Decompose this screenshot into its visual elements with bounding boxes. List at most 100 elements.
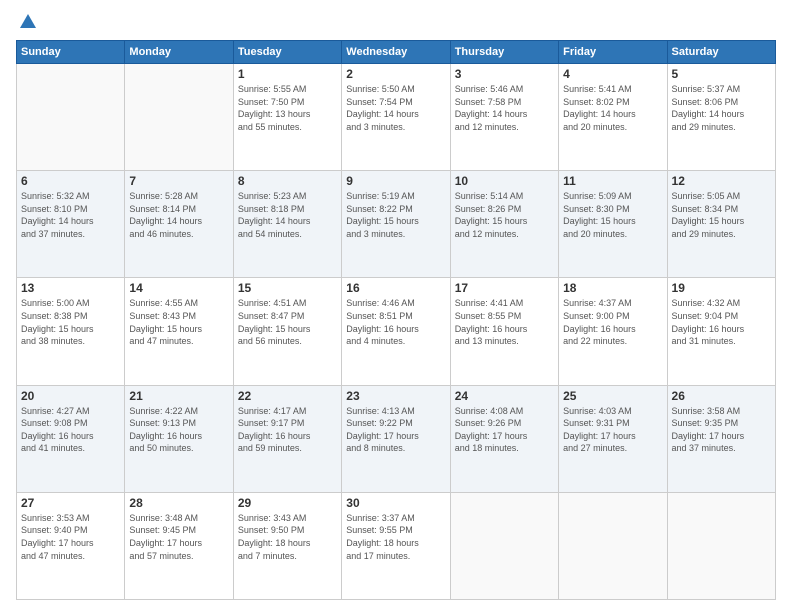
- day-number: 20: [21, 389, 120, 403]
- col-wednesday: Wednesday: [342, 41, 450, 64]
- table-row: 24 Sunrise: 4:08 AM Sunset: 9:26 PM Dayli…: [450, 385, 558, 492]
- table-row: [125, 64, 233, 171]
- day-info: Sunrise: 4:22 AM Sunset: 9:13 PM Dayligh…: [129, 405, 228, 455]
- table-row: 5Sunrise: 5:37 AM Sunset: 8:06 PM Daylig…: [667, 64, 775, 171]
- table-row: 10 Sunrise: 5:14 AM Sunset: 8:26 PM Dayli…: [450, 171, 558, 278]
- day-info: Sunrise: 3:48 AM Sunset: 9:45 PM Dayligh…: [129, 512, 228, 562]
- day-number: 15: [238, 281, 337, 295]
- col-saturday: Saturday: [667, 41, 775, 64]
- table-row: 15 Sunrise: 4:51 AM Sunset: 8:47 PM Dayli…: [233, 278, 341, 385]
- page: Sunday Monday Tuesday Wednesday Thursday…: [0, 0, 792, 612]
- table-row: 3 Sunrise: 5:46 AM Sunset: 7:58 PM Daylig…: [450, 64, 558, 171]
- col-sunday: Sunday: [17, 41, 125, 64]
- table-row: 17 Sunrise: 4:41 AM Sunset: 8:55 PM Dayli…: [450, 278, 558, 385]
- day-info: Sunrise: 5:32 AM Sunset: 8:10 PM Dayligh…: [21, 190, 120, 240]
- table-row: 25 Sunrise: 4:03 AM Sunset: 9:31 PM Dayli…: [559, 385, 667, 492]
- table-row: [17, 64, 125, 171]
- logo-icon: [18, 12, 38, 32]
- header: [16, 12, 776, 32]
- day-number: 29: [238, 496, 337, 510]
- day-number: 4: [563, 67, 662, 81]
- day-number: 18: [563, 281, 662, 295]
- day-info: Sunrise: 5:09 AM Sunset: 8:30 PM Dayligh…: [563, 190, 662, 240]
- table-row: 21 Sunrise: 4:22 AM Sunset: 9:13 PM Dayli…: [125, 385, 233, 492]
- table-row: 20 Sunrise: 4:27 AM Sunset: 9:08 PM Dayli…: [17, 385, 125, 492]
- day-info: Sunrise: 3:43 AM Sunset: 9:50 PM Dayligh…: [238, 512, 337, 562]
- calendar-week-1: 1 Sunrise: 5:55 AM Sunset: 7:50 PM Daylig…: [17, 64, 776, 171]
- table-row: [667, 492, 775, 599]
- day-info: Sunrise: 4:46 AM Sunset: 8:51 PM Dayligh…: [346, 297, 445, 347]
- col-thursday: Thursday: [450, 41, 558, 64]
- day-number: 16: [346, 281, 445, 295]
- day-info: Sunrise: 4:13 AM Sunset: 9:22 PM Dayligh…: [346, 405, 445, 455]
- table-row: 28 Sunrise: 3:48 AM Sunset: 9:45 PM Dayli…: [125, 492, 233, 599]
- logo: [16, 12, 38, 32]
- day-number: 23: [346, 389, 445, 403]
- day-number: 25: [563, 389, 662, 403]
- day-number: 28: [129, 496, 228, 510]
- day-number: 13: [21, 281, 120, 295]
- day-number: 1: [238, 67, 337, 81]
- table-row: 1 Sunrise: 5:55 AM Sunset: 7:50 PM Daylig…: [233, 64, 341, 171]
- col-monday: Monday: [125, 41, 233, 64]
- day-info: Sunrise: 5:00 AM Sunset: 8:38 PM Dayligh…: [21, 297, 120, 347]
- table-row: 2Sunrise: 5:50 AM Sunset: 7:54 PM Daylig…: [342, 64, 450, 171]
- day-number: 5: [672, 67, 771, 81]
- day-number: 3: [455, 67, 554, 81]
- day-info: Sunrise: 4:51 AM Sunset: 8:47 PM Dayligh…: [238, 297, 337, 347]
- table-row: 13 Sunrise: 5:00 AM Sunset: 8:38 PM Dayli…: [17, 278, 125, 385]
- day-info: Sunrise: 5:41 AM Sunset: 8:02 PM Dayligh…: [563, 83, 662, 133]
- table-row: 23 Sunrise: 4:13 AM Sunset: 9:22 PM Dayli…: [342, 385, 450, 492]
- day-number: 8: [238, 174, 337, 188]
- calendar-week-3: 13 Sunrise: 5:00 AM Sunset: 8:38 PM Dayli…: [17, 278, 776, 385]
- day-info: Sunrise: 4:32 AM Sunset: 9:04 PM Dayligh…: [672, 297, 771, 347]
- calendar-week-4: 20 Sunrise: 4:27 AM Sunset: 9:08 PM Dayli…: [17, 385, 776, 492]
- day-number: 21: [129, 389, 228, 403]
- table-row: 16 Sunrise: 4:46 AM Sunset: 8:51 PM Dayli…: [342, 278, 450, 385]
- calendar-week-5: 27Sunrise: 3:53 AM Sunset: 9:40 PM Dayli…: [17, 492, 776, 599]
- day-info: Sunrise: 5:46 AM Sunset: 7:58 PM Dayligh…: [455, 83, 554, 133]
- day-info: Sunrise: 4:55 AM Sunset: 8:43 PM Dayligh…: [129, 297, 228, 347]
- col-friday: Friday: [559, 41, 667, 64]
- day-number: 30: [346, 496, 445, 510]
- table-row: 27Sunrise: 3:53 AM Sunset: 9:40 PM Dayli…: [17, 492, 125, 599]
- day-number: 7: [129, 174, 228, 188]
- day-number: 26: [672, 389, 771, 403]
- table-row: [559, 492, 667, 599]
- day-info: Sunrise: 5:19 AM Sunset: 8:22 PM Dayligh…: [346, 190, 445, 240]
- day-info: Sunrise: 3:37 AM Sunset: 9:55 PM Dayligh…: [346, 512, 445, 562]
- table-row: 7 Sunrise: 5:28 AM Sunset: 8:14 PM Daylig…: [125, 171, 233, 278]
- day-number: 14: [129, 281, 228, 295]
- day-number: 17: [455, 281, 554, 295]
- day-info: Sunrise: 4:08 AM Sunset: 9:26 PM Dayligh…: [455, 405, 554, 455]
- table-row: 6 Sunrise: 5:32 AM Sunset: 8:10 PM Daylig…: [17, 171, 125, 278]
- table-row: 29 Sunrise: 3:43 AM Sunset: 9:50 PM Dayli…: [233, 492, 341, 599]
- day-info: Sunrise: 4:41 AM Sunset: 8:55 PM Dayligh…: [455, 297, 554, 347]
- table-row: 8 Sunrise: 5:23 AM Sunset: 8:18 PM Daylig…: [233, 171, 341, 278]
- day-number: 10: [455, 174, 554, 188]
- table-row: [450, 492, 558, 599]
- table-row: 26 Sunrise: 3:58 AM Sunset: 9:35 PM Dayli…: [667, 385, 775, 492]
- day-info: Sunrise: 5:14 AM Sunset: 8:26 PM Dayligh…: [455, 190, 554, 240]
- day-number: 19: [672, 281, 771, 295]
- table-row: 22Sunrise: 4:17 AM Sunset: 9:17 PM Dayli…: [233, 385, 341, 492]
- day-info: Sunrise: 5:23 AM Sunset: 8:18 PM Dayligh…: [238, 190, 337, 240]
- table-row: 19 Sunrise: 4:32 AM Sunset: 9:04 PM Dayli…: [667, 278, 775, 385]
- day-info: Sunrise: 4:03 AM Sunset: 9:31 PM Dayligh…: [563, 405, 662, 455]
- day-number: 22: [238, 389, 337, 403]
- day-info: Sunrise: 4:37 AM Sunset: 9:00 PM Dayligh…: [563, 297, 662, 347]
- table-row: 12Sunrise: 5:05 AM Sunset: 8:34 PM Dayli…: [667, 171, 775, 278]
- day-info: Sunrise: 5:05 AM Sunset: 8:34 PM Dayligh…: [672, 190, 771, 240]
- table-row: 18 Sunrise: 4:37 AM Sunset: 9:00 PM Dayli…: [559, 278, 667, 385]
- day-number: 2: [346, 67, 445, 81]
- day-info: Sunrise: 5:28 AM Sunset: 8:14 PM Dayligh…: [129, 190, 228, 240]
- day-info: Sunrise: 4:27 AM Sunset: 9:08 PM Dayligh…: [21, 405, 120, 455]
- table-row: 14 Sunrise: 4:55 AM Sunset: 8:43 PM Dayli…: [125, 278, 233, 385]
- day-info: Sunrise: 5:55 AM Sunset: 7:50 PM Dayligh…: [238, 83, 337, 133]
- calendar-header-row: Sunday Monday Tuesday Wednesday Thursday…: [17, 41, 776, 64]
- day-info: Sunrise: 3:58 AM Sunset: 9:35 PM Dayligh…: [672, 405, 771, 455]
- day-number: 24: [455, 389, 554, 403]
- table-row: 4 Sunrise: 5:41 AM Sunset: 8:02 PM Daylig…: [559, 64, 667, 171]
- day-number: 6: [21, 174, 120, 188]
- calendar-week-2: 6 Sunrise: 5:32 AM Sunset: 8:10 PM Daylig…: [17, 171, 776, 278]
